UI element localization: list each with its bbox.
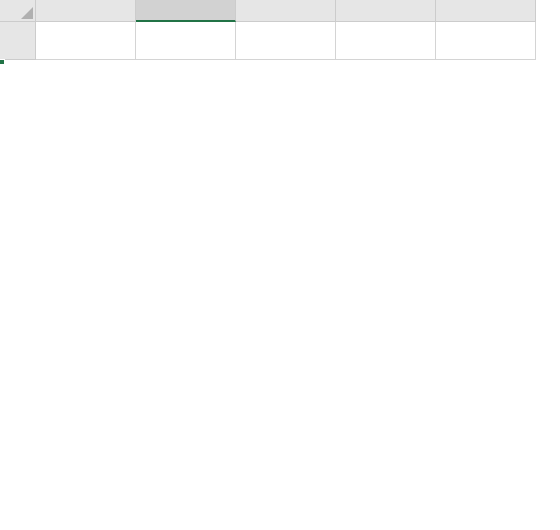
col-header-c[interactable] — [236, 0, 336, 22]
col-header-d[interactable] — [336, 0, 436, 22]
cell-d1[interactable] — [336, 22, 436, 60]
cell-b1[interactable] — [136, 22, 236, 60]
cell-a1[interactable] — [36, 22, 136, 60]
select-all-corner[interactable] — [0, 0, 36, 22]
row-header-1[interactable] — [0, 22, 36, 60]
col-header-a[interactable] — [36, 0, 136, 22]
cell-c1[interactable] — [236, 22, 336, 60]
col-header-b[interactable] — [136, 0, 236, 22]
col-header-e[interactable] — [436, 0, 536, 22]
cell-e1[interactable] — [436, 22, 536, 60]
selection-outline — [0, 60, 4, 64]
